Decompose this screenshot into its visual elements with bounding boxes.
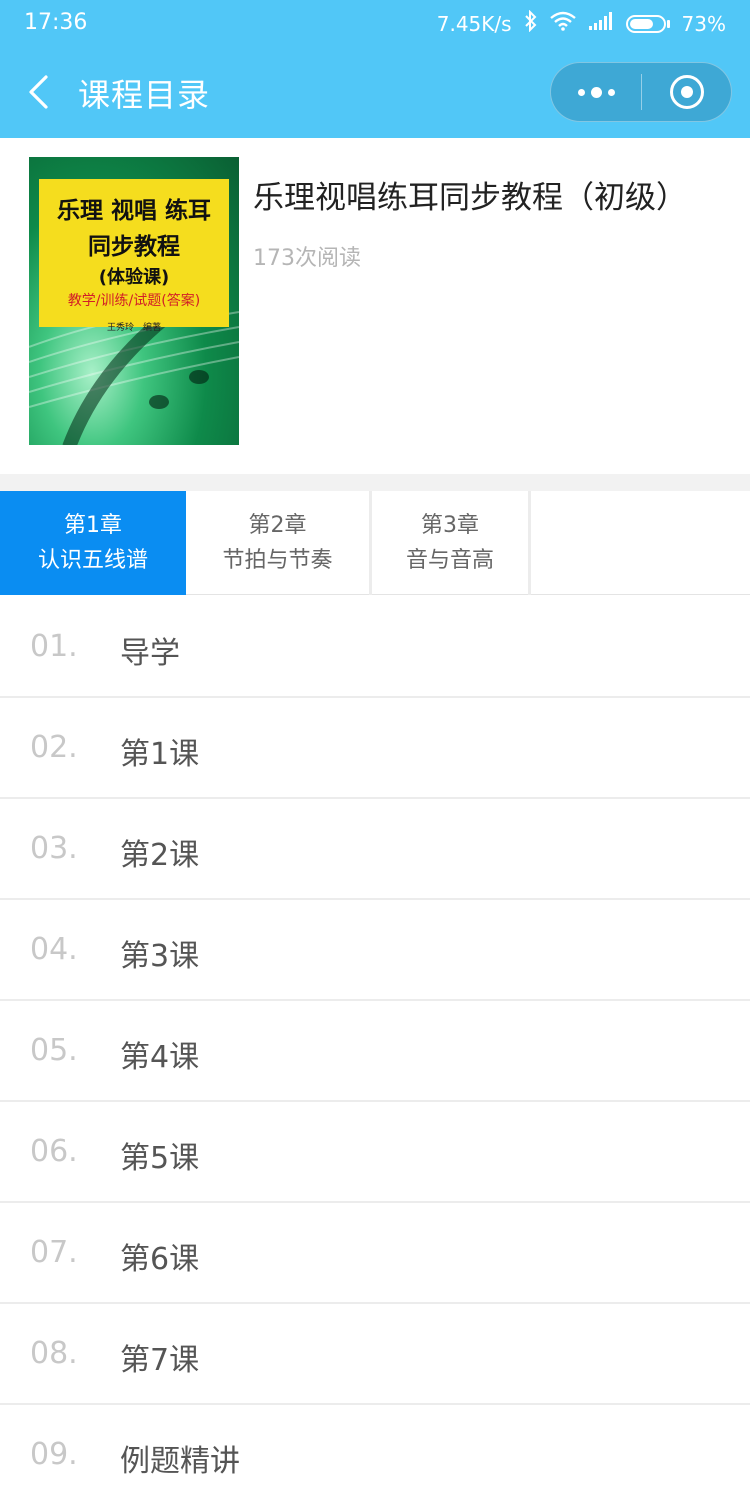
- close-button[interactable]: [642, 63, 731, 121]
- lesson-title: 导学: [120, 636, 180, 671]
- tab-chapter-2[interactable]: 第2章 节拍与节奏: [186, 491, 372, 595]
- lesson-item[interactable]: 06. 第5课: [0, 1102, 750, 1203]
- lesson-list: 01. 导学 02. 第1课 03. 第2课 04. 第3课 05. 第4课 0…: [0, 597, 750, 1500]
- bluetooth-icon: [524, 9, 538, 37]
- status-indicators: 7.45K/s 73%: [436, 9, 726, 37]
- lesson-number: 04.: [30, 932, 78, 967]
- lesson-item[interactable]: 09. 例题精讲: [0, 1405, 750, 1500]
- status-bar: 17:36 7.45K/s 73%: [0, 0, 750, 46]
- course-header: 乐理 视唱 练耳 同步教程 (体验课) 教学/训练/试题(答案) 王秀玲 编著 …: [0, 138, 750, 474]
- chapter-tabs: 第1章 认识五线谱 第2章 节拍与节奏 第3章 音与音高: [0, 491, 750, 595]
- cover-tagline: 教学/训练/试题(答案): [67, 293, 201, 309]
- lesson-title: 第6课: [120, 1242, 200, 1277]
- lesson-title: 第5课: [120, 1141, 200, 1176]
- status-time: 17:36: [24, 10, 88, 35]
- cover-title-panel: 乐理 视唱 练耳 同步教程 (体验课) 教学/训练/试题(答案) 王秀玲 编著: [39, 179, 229, 333]
- lesson-number: 02.: [30, 730, 78, 765]
- back-button[interactable]: [14, 62, 64, 122]
- tab-chapter-label: 第1章: [64, 513, 122, 538]
- cover-title-line: 乐理 视唱 练耳: [56, 198, 211, 224]
- lesson-title: 第4课: [120, 1040, 200, 1075]
- back-arrow-icon: [29, 75, 48, 109]
- lesson-title: 例题精讲: [120, 1444, 240, 1479]
- signal-icon: [588, 11, 614, 36]
- lesson-number: 06.: [30, 1134, 78, 1169]
- tab-chapter-name: 节拍与节奏: [222, 548, 333, 573]
- lesson-title: 第2课: [120, 838, 200, 873]
- network-speed: 7.45K/s: [436, 11, 512, 36]
- lesson-item[interactable]: 04. 第3课: [0, 900, 750, 1001]
- lesson-title: 第3课: [120, 939, 200, 974]
- lesson-number: 07.: [30, 1235, 78, 1270]
- battery-percent: 73%: [681, 11, 726, 36]
- lesson-number: 03.: [30, 831, 78, 866]
- section-divider: [0, 474, 750, 491]
- tab-chapter-1[interactable]: 第1章 认识五线谱: [0, 491, 186, 595]
- page-title: 课程目录: [78, 76, 211, 114]
- lesson-number: 08.: [30, 1336, 78, 1371]
- tab-chapter-label: 第3章: [421, 513, 479, 538]
- cover-subtitle: (体验课): [98, 267, 170, 288]
- lesson-number: 05.: [30, 1033, 78, 1068]
- tab-chapter-name: 音与音高: [405, 548, 494, 573]
- course-cover-image: 乐理 视唱 练耳 同步教程 (体验课) 教学/训练/试题(答案) 王秀玲 编著: [29, 157, 239, 445]
- more-button[interactable]: [551, 63, 641, 121]
- lesson-item[interactable]: 05. 第4课: [0, 1001, 750, 1102]
- wifi-icon: [549, 11, 576, 36]
- lesson-item[interactable]: 08. 第7课: [0, 1304, 750, 1405]
- lesson-item[interactable]: 07. 第6课: [0, 1203, 750, 1304]
- mini-program-capsule: [550, 62, 732, 122]
- lesson-number: 01.: [30, 629, 78, 664]
- lesson-title: 第7课: [120, 1343, 200, 1378]
- cover-author: 王秀玲 编著: [106, 323, 161, 333]
- lesson-item[interactable]: 03. 第2课: [0, 799, 750, 900]
- lesson-item[interactable]: 01. 导学: [0, 597, 750, 698]
- tab-chapter-3[interactable]: 第3章 音与音高: [372, 491, 531, 595]
- read-count: 173次阅读: [253, 246, 361, 271]
- tab-chapter-name: 认识五线谱: [37, 548, 148, 573]
- course-title: 乐理视唱练耳同步教程（初级）: [253, 180, 687, 216]
- lesson-number: 09.: [30, 1437, 78, 1472]
- battery-icon: [625, 14, 670, 33]
- tab-chapter-label: 第2章: [248, 513, 307, 538]
- cover-title-line: 同步教程: [88, 234, 180, 260]
- nav-bar: 课程目录: [0, 46, 750, 138]
- lesson-item[interactable]: 02. 第1课: [0, 698, 750, 799]
- more-icon: [577, 86, 615, 98]
- close-target-icon: [669, 75, 704, 109]
- lesson-title: 第1课: [120, 737, 200, 772]
